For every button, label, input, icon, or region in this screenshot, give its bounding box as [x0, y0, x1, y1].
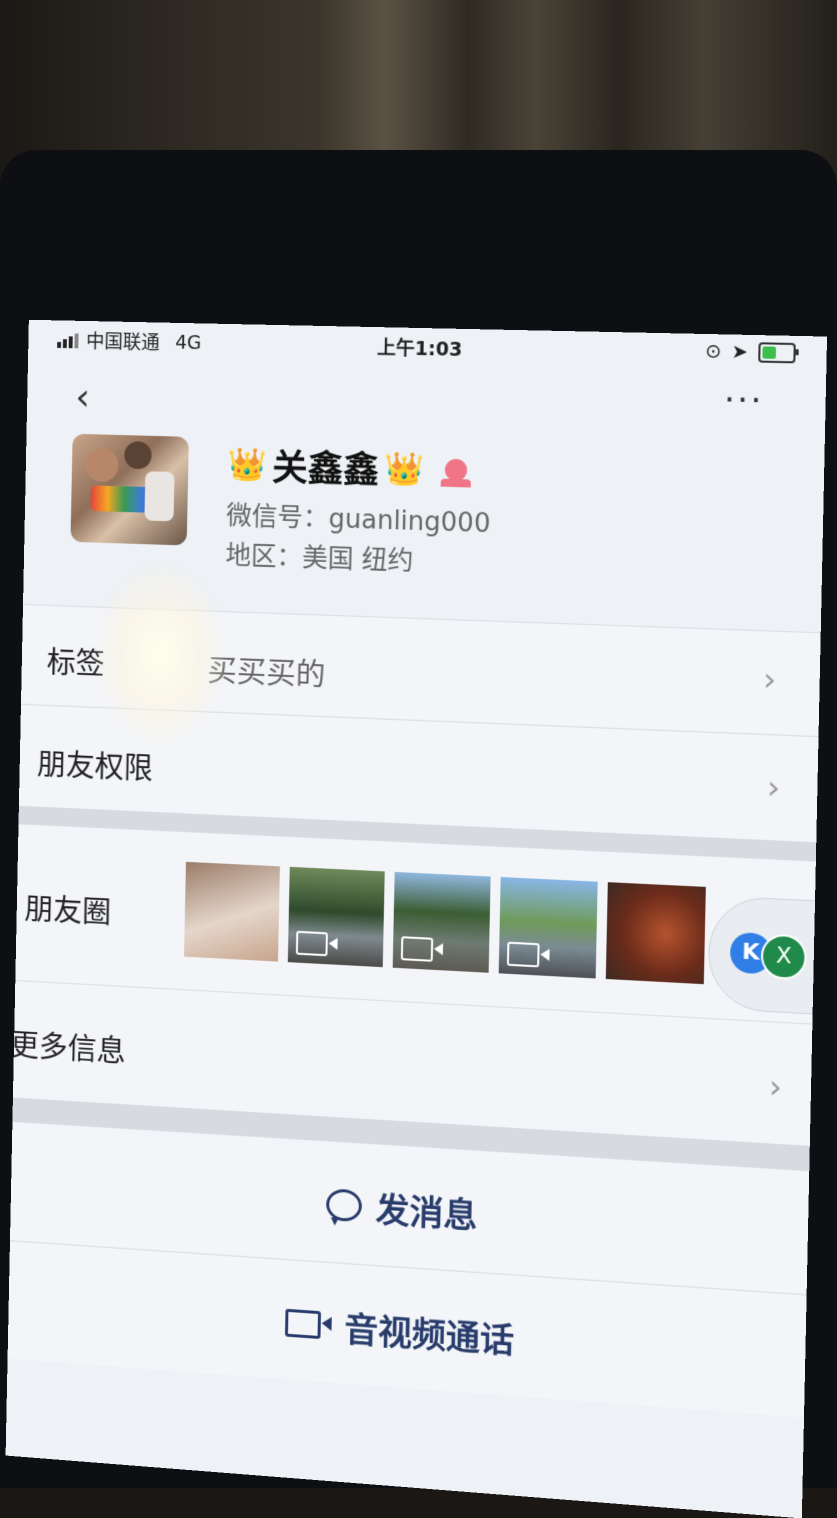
- moment-photo: [605, 882, 706, 985]
- region: 地区：美国 纽约: [225, 540, 414, 577]
- moment-video: [498, 877, 598, 979]
- video-icon: [400, 936, 434, 962]
- location-icon: ➤: [731, 340, 749, 364]
- tags-label: 标签: [46, 645, 105, 682]
- battery-icon: [758, 342, 796, 364]
- video-camera-icon: [284, 1308, 322, 1339]
- moments-label: 朋友圈: [24, 891, 112, 931]
- status-bar: 中国联通 4G 上午1:03 ⊙ ➤: [57, 326, 796, 370]
- chevron-right-icon: ›: [762, 659, 777, 699]
- close-badge[interactable]: X: [760, 933, 808, 981]
- chevron-right-icon: ›: [768, 1067, 783, 1107]
- crown-icon: 👑: [227, 444, 267, 484]
- status-left: 中国联通 4G: [57, 326, 202, 356]
- moment-video: [287, 866, 385, 968]
- send-message-label: 发消息: [375, 1190, 478, 1237]
- chevron-left-icon[interactable]: ‹: [75, 375, 91, 419]
- moment-video: [392, 871, 491, 973]
- profile-name: 关鑫鑫: [271, 448, 380, 492]
- rotation-lock-icon: ⊙: [704, 340, 722, 363]
- status-right: ⊙ ➤: [705, 340, 796, 364]
- send-message-content: 发消息: [325, 1179, 478, 1238]
- network-label: 4G: [175, 331, 202, 354]
- video-icon: [295, 930, 328, 957]
- video-call-content: 音视频通话: [284, 1298, 515, 1363]
- friend-permissions-label: 朋友权限: [36, 746, 154, 787]
- nav-bar: ‹ ···: [27, 364, 826, 444]
- profile-header: 👑 关鑫鑫 👑 微信号：guanling000 地区：美国 纽约: [70, 433, 804, 586]
- chat-bubble-icon: [325, 1187, 363, 1222]
- more-info-label: 更多信息: [9, 1027, 127, 1069]
- video-call-label: 音视频通话: [343, 1309, 515, 1362]
- more-dots-icon[interactable]: ···: [724, 380, 764, 422]
- chevron-right-icon: ›: [766, 767, 781, 807]
- name-row: 👑 关鑫鑫 👑: [227, 438, 467, 497]
- carrier-label: 中国联通: [85, 330, 160, 355]
- phone-screen: 中国联通 4G 上午1:03 ⊙ ➤ ‹ ··· 👑 关鑫鑫 👑 微信号：gua…: [5, 319, 828, 1518]
- crown-icon: 👑: [384, 449, 426, 489]
- avatar[interactable]: [70, 433, 189, 546]
- wechat-id: 微信号：guanling000: [226, 501, 491, 540]
- signal-icon: [57, 332, 79, 348]
- moment-photo: [184, 861, 280, 962]
- tags-value: 买买买的: [207, 653, 326, 693]
- female-gender-icon: [444, 458, 467, 482]
- floating-app-badge[interactable]: K X: [707, 895, 826, 1015]
- status-time: 上午1:03: [376, 337, 463, 361]
- moments-thumbnails: [184, 861, 706, 985]
- video-icon: [506, 941, 540, 968]
